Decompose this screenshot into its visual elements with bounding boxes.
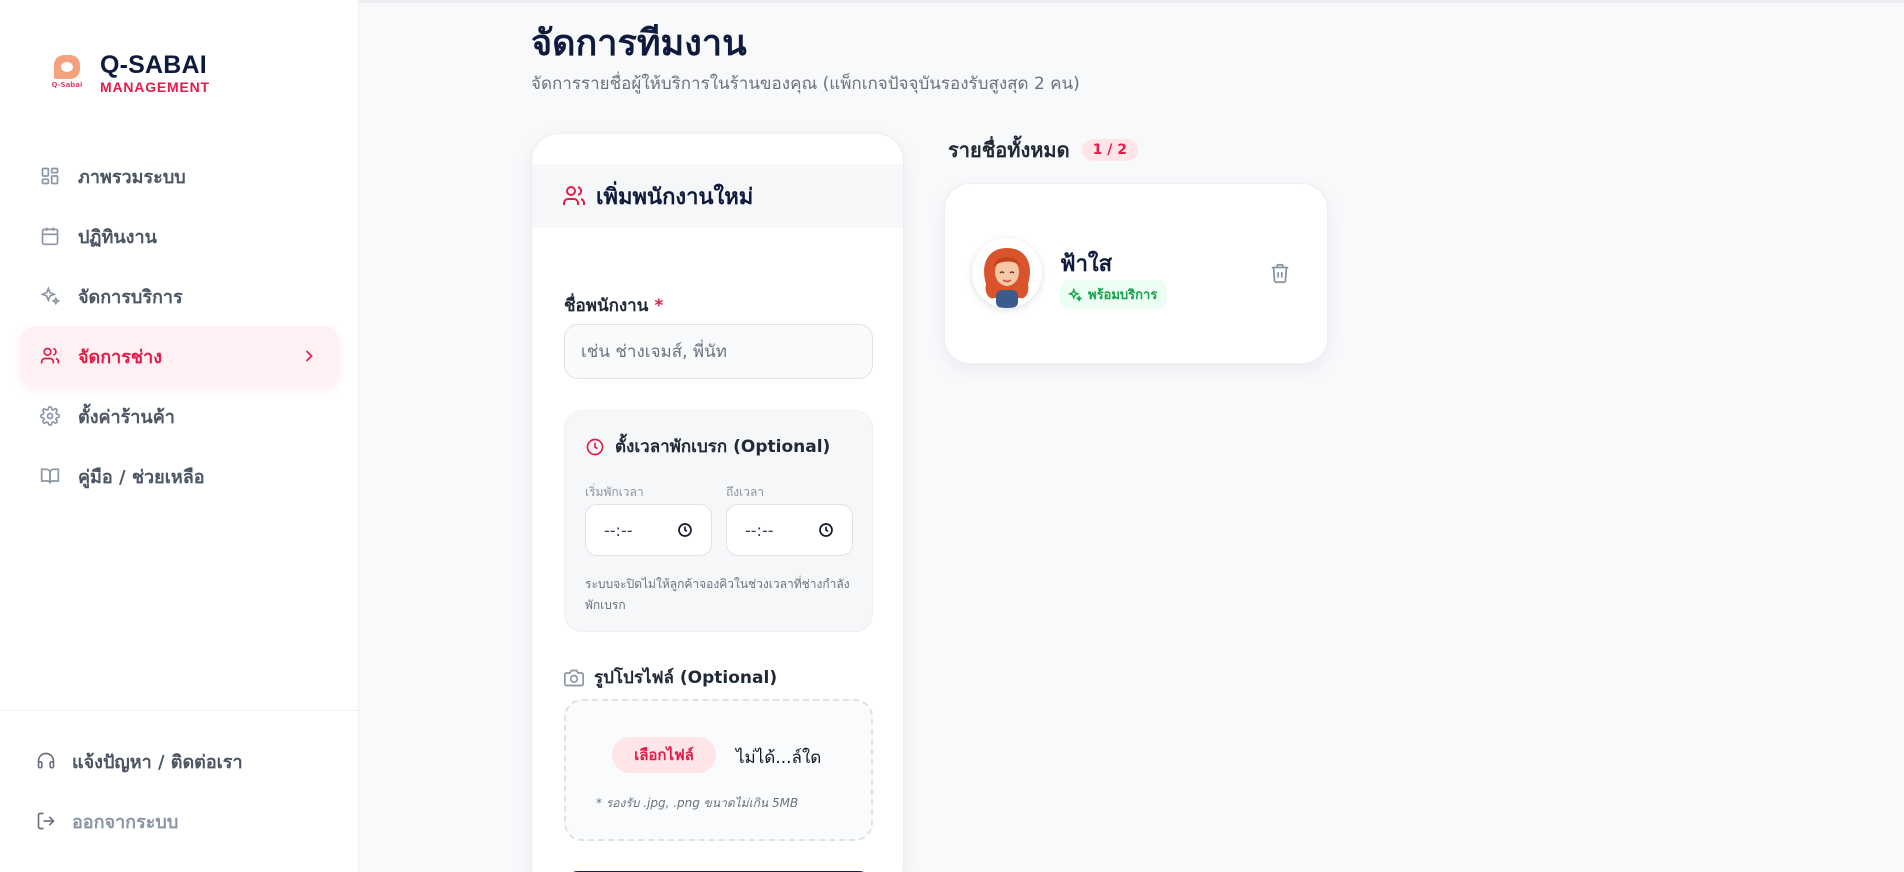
sidebar-item-services[interactable]: จัดการบริการ — [20, 266, 339, 326]
upload-hint: * รองรับ .jpg, .png ขนาดไม่เกิน 5MB — [596, 796, 799, 810]
user-plus-icon — [562, 184, 586, 208]
logout-icon — [36, 811, 56, 831]
brand[interactable]: Q-Sabai Q-SABAI MANAGEMENT — [48, 52, 210, 95]
logout-link[interactable]: ออกจากระบบ — [0, 791, 359, 851]
choose-file-button[interactable]: เลือกไฟล์ — [612, 737, 716, 773]
add-staff-title: เพิ่มพนักงานใหม่ — [596, 184, 754, 210]
break-end-label: ถึงเวลา — [726, 485, 765, 499]
sidebar-item-label: ตั้งค่าร้านค้า — [78, 406, 175, 428]
break-time-note: ระบบจะปิดไม่ให้ลูกค้าจองคิวในช่วงเวลาที่… — [585, 577, 850, 612]
sparkles-icon — [1068, 287, 1082, 302]
file-status-text: ไม่ได้...ล์ใด — [736, 748, 822, 768]
status-text: พร้อมบริการ — [1088, 288, 1158, 303]
sidebar-item-help[interactable]: คู่มือ / ช่วยเหลือ — [20, 446, 339, 506]
profile-photo-label: รูปโปรไฟล์ (Optional) — [564, 664, 777, 691]
break-start-value: --:-- — [604, 520, 633, 540]
required-mark: * — [654, 296, 664, 316]
staff-list-header: รายชื่อทั้งหมด 1 / 2 — [948, 134, 1138, 166]
staff-list-title: รายชื่อทั้งหมด — [948, 138, 1070, 162]
break-start-label: เริ่มพักเวลา — [585, 485, 644, 499]
status-badge: พร้อมบริการ — [1060, 280, 1168, 309]
sidebar-nav: ภาพรวมระบบ ปฏิทินงาน จัดการบริการ จัดการ… — [20, 146, 339, 506]
break-time-title: ตั้งเวลาพักเบรก (Optional) — [585, 433, 830, 460]
clock-icon[interactable] — [677, 522, 693, 538]
sidebar-item-label: ภาพรวมระบบ — [78, 166, 186, 188]
clock-icon[interactable] — [818, 522, 834, 538]
staff-avatar — [972, 238, 1042, 308]
users-icon — [40, 346, 60, 366]
page-title: จัดการทีมงาน — [531, 23, 747, 64]
chevron-right-icon — [299, 346, 319, 366]
sidebar-item-label: จัดการบริการ — [78, 286, 183, 308]
sidebar-item-label: จัดการช่าง — [78, 346, 163, 368]
profile-photo-label-text: รูปโปรไฟล์ (Optional) — [594, 668, 778, 688]
add-staff-header: เพิ่มพนักงานใหม่ — [532, 164, 903, 228]
break-end-value: --:-- — [745, 520, 774, 540]
photo-upload-dropzone[interactable]: เลือกไฟล์ ไม่ได้...ล์ใด * รองรับ .jpg, .… — [564, 699, 873, 841]
staff-count-badge: 1 / 2 — [1081, 139, 1138, 161]
support-link[interactable]: แจ้งปัญหา / ติดต่อเรา — [0, 731, 359, 791]
sidebar: Q-Sabai Q-SABAI MANAGEMENT ภาพรวมระบบ ปฏ… — [0, 0, 359, 872]
sidebar-item-calendar[interactable]: ปฏิทินงาน — [20, 206, 339, 266]
logout-label: ออกจากระบบ — [72, 811, 179, 833]
break-end-input[interactable]: --:-- — [726, 504, 853, 556]
logo: Q-Sabai — [48, 54, 86, 93]
add-staff-card: เพิ่มพนักงานใหม่ ชื่อพนักงาน* ตั้งเวลาพั… — [531, 133, 904, 872]
staff-card[interactable]: ฟ้าใส พร้อมบริการ — [944, 183, 1328, 364]
sidebar-item-staff[interactable]: จัดการช่าง — [20, 326, 339, 386]
support-label: แจ้งปัญหา / ติดต่อเรา — [72, 751, 243, 773]
staff-name-label-text: ชื่อพนักงาน — [564, 296, 649, 316]
calendar-icon — [40, 226, 60, 246]
dashboard-icon — [40, 166, 60, 186]
sidebar-item-label: ปฏิทินงาน — [78, 226, 157, 248]
staff-name-label: ชื่อพนักงาน * — [564, 292, 663, 319]
staff-name-input[interactable] — [564, 324, 873, 379]
logo-text: Q-Sabai — [51, 80, 83, 89]
delete-icon[interactable] — [1269, 262, 1291, 284]
break-time-panel: ตั้งเวลาพักเบรก (Optional) เริ่มพักเวลา … — [564, 410, 873, 632]
sparkles-icon — [40, 286, 60, 306]
brand-name: Q-SABAI — [100, 51, 207, 79]
break-start-input[interactable]: --:-- — [585, 504, 712, 556]
sidebar-item-dashboard[interactable]: ภาพรวมระบบ — [20, 146, 339, 206]
sidebar-item-settings[interactable]: ตั้งค่าร้านค้า — [20, 386, 339, 446]
headset-icon — [36, 751, 56, 771]
brand-subtitle: MANAGEMENT — [100, 79, 210, 95]
break-time-title-text: ตั้งเวลาพักเบรก (Optional) — [615, 437, 831, 457]
clock-icon — [585, 437, 605, 457]
sidebar-footer: แจ้งปัญหา / ติดต่อเรา ออกจากระบบ — [0, 710, 359, 851]
camera-icon — [564, 668, 584, 688]
gear-icon — [40, 406, 60, 426]
sidebar-item-label: คู่มือ / ช่วยเหลือ — [78, 466, 205, 488]
page-subtitle: จัดการรายชื่อผู้ให้บริการในร้านของคุณ (แ… — [531, 74, 1080, 94]
staff-name: ฟ้าใส — [1060, 252, 1113, 277]
book-icon — [40, 466, 60, 486]
